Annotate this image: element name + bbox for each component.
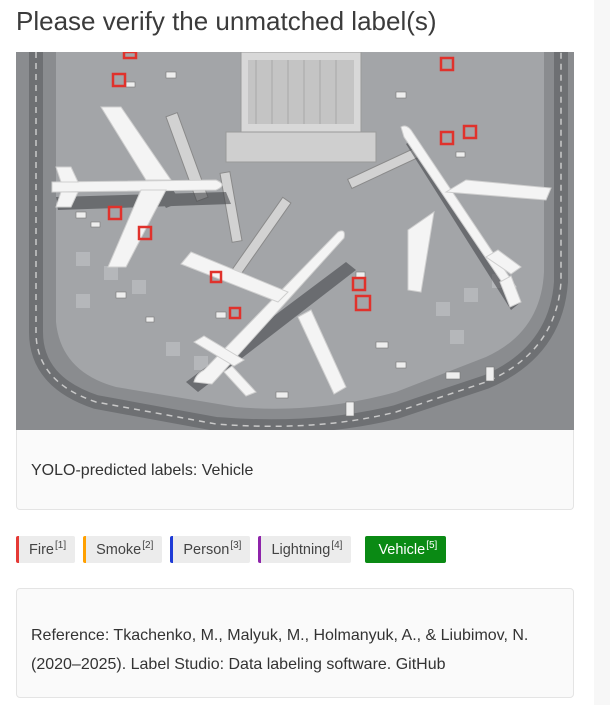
prediction-panel: YOLO-predicted labels: Vehicle [16,430,574,510]
airport-aerial-image[interactable] [16,52,574,430]
label-lightning[interactable]: Lightning [4] [258,536,352,563]
label-lightning-hotkey: [4] [331,540,343,551]
label-person-hotkey: [3] [230,540,242,551]
prediction-text: YOLO-predicted labels: Vehicle [31,462,254,479]
scrollbar-track[interactable] [594,0,610,705]
label-smoke[interactable]: Smoke [2] [83,536,163,563]
label-person-text: Person [183,541,230,558]
label-vehicle[interactable]: Vehicle [5] [365,536,447,563]
label-vehicle-hotkey: [5] [426,540,438,551]
label-fire-hotkey: [1] [54,540,67,551]
label-person[interactable]: Person [3] [170,536,251,563]
label-smoke-text: Smoke [96,541,142,558]
label-fire[interactable]: Fire [1] [16,536,76,563]
page-title: Please verify the unmatched label(s) [16,6,437,36]
reference-panel: Reference: Tkachenko, M., Malyuk, M., Ho… [16,588,574,698]
airport-photo [16,52,574,430]
label-lightning-text: Lightning [271,541,331,558]
label-vehicle-text: Vehicle [378,541,426,558]
label-smoke-hotkey: [2] [142,540,154,551]
label-choices: Fire [1] Smoke [2] Person [3] Lightning [4] … [16,536,447,563]
reference-text: Reference: Tkachenko, M., Malyuk, M., Ho… [31,627,529,673]
label-fire-text: Fire [29,541,54,558]
